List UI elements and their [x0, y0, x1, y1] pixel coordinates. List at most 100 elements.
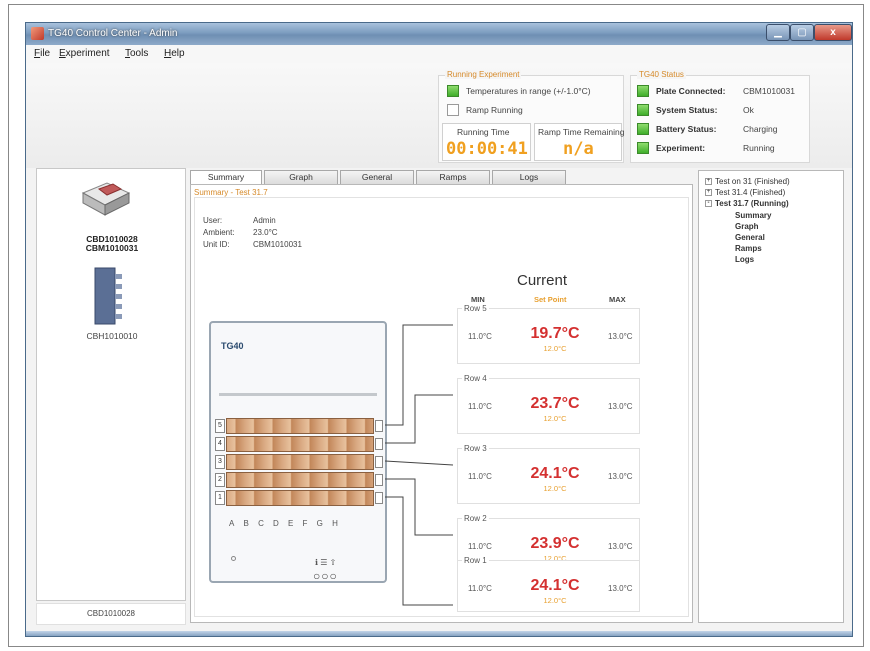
row-setpoint: 12.0°C	[543, 484, 567, 493]
row-connector	[375, 474, 383, 486]
status-group: TG40 Status Plate Connected: CBM1010031 …	[630, 70, 810, 163]
row-temperature: 23.9°C	[530, 535, 580, 552]
row-min: 11.0°C	[468, 402, 492, 411]
menu-tools[interactable]: Tools	[125, 48, 148, 59]
tree-item-graph[interactable]: Graph	[735, 222, 759, 231]
row-temperature: 24.1°C	[530, 465, 580, 482]
summary-panel: Summary - Test 31.7 User: Admin Ambient:…	[190, 184, 693, 623]
row-min: 11.0°C	[468, 542, 492, 551]
row-connector	[375, 492, 383, 504]
plate-diagram: TG40 5 4 3 2 1 ABCDEFGH ℹ ☰ ⇧ ○○○	[209, 321, 387, 583]
controller-device-icon[interactable]	[77, 179, 133, 219]
experiment-status-value: Running	[743, 143, 775, 153]
tab-graph[interactable]: Graph	[264, 170, 338, 184]
ambient-value: 23.0°C	[253, 228, 278, 237]
row-min: 11.0°C	[468, 472, 492, 481]
tree-item-label: Test on 31 (Finished)	[715, 177, 790, 186]
tab-logs[interactable]: Logs	[492, 170, 566, 184]
row-5-readout: Row 5 11.0°C 19.7°C 12.0°C 13.0°C	[457, 304, 640, 364]
tab-summary[interactable]: Summary	[190, 170, 262, 185]
row-min: 11.0°C	[468, 584, 492, 593]
row-setpoint: 12.0°C	[543, 414, 567, 423]
ramp-running-indicator	[447, 104, 459, 116]
menu-experiment[interactable]: Experiment	[59, 48, 110, 59]
plate-row-3[interactable]: 3	[215, 454, 383, 470]
summary-title: Summary - Test 31.7	[194, 188, 268, 197]
close-button[interactable]: x	[814, 24, 852, 41]
row-number: 3	[215, 455, 225, 469]
device-panel: CBD1010028 CBM1010031 CBH1010010	[36, 168, 186, 601]
plate-status-icons: ℹ ☰ ⇧	[315, 558, 337, 567]
row-number: 2	[215, 473, 225, 487]
column-letters: ABCDEFGH	[229, 519, 348, 528]
row-label: Row 2	[462, 514, 489, 523]
minimize-button[interactable]: ▁	[766, 24, 790, 41]
experiment-tree: + Test on 31 (Finished) + Test 31.4 (Finis…	[698, 170, 844, 623]
battery-status-indicator	[637, 123, 649, 135]
unit-id-value: CBM1010031	[253, 240, 302, 249]
tree-item-label: Test 31.7 (Running)	[715, 199, 789, 208]
experiment-status-label: Experiment:	[656, 143, 706, 153]
system-status-value: Ok	[743, 105, 754, 115]
tab-ramps[interactable]: Ramps	[416, 170, 490, 184]
running-time-label: Running Time	[457, 127, 510, 137]
row-max: 13.0°C	[608, 542, 633, 551]
plate-row-4[interactable]: 4	[215, 436, 383, 452]
summary-content: User: Admin Ambient: 23.0°C Unit ID: CBM…	[194, 197, 689, 617]
tree-item-general[interactable]: General	[735, 233, 765, 242]
app-icon	[31, 27, 44, 40]
row-wells	[226, 454, 374, 470]
plate-divider	[219, 393, 377, 396]
row-number: 1	[215, 491, 225, 505]
row-1-readout: Row 1 11.0°C 24.1°C 12.0°C 13.0°C	[457, 556, 640, 612]
plate-row-5[interactable]: 5	[215, 418, 383, 434]
row-number: 5	[215, 419, 225, 433]
plate-indicator-dot	[231, 556, 236, 561]
row-setpoint: 12.0°C	[543, 344, 567, 353]
expand-icon[interactable]: +	[705, 189, 712, 197]
expand-icon[interactable]: +	[705, 178, 712, 186]
device2-id: CBH1010010	[86, 331, 138, 341]
user-value: Admin	[253, 216, 276, 225]
menu-bar: File Experiment Tools Help	[26, 45, 852, 63]
tree-item-summary[interactable]: Summary	[735, 211, 771, 220]
top-band: Running Experiment Temperatures in range…	[26, 63, 852, 168]
row-temperature: 19.7°C	[530, 325, 580, 342]
battery-status-label: Battery Status:	[656, 124, 717, 134]
row-max: 13.0°C	[608, 332, 633, 341]
tab-general[interactable]: General	[340, 170, 414, 184]
plate-row-1[interactable]: 1	[215, 490, 383, 506]
plate-title: TG40	[221, 341, 244, 351]
rack-device-icon[interactable]	[89, 266, 125, 326]
setpoint-header: Set Point	[534, 295, 567, 304]
ramp-remaining-label: Ramp Time Remaining	[538, 127, 625, 137]
menu-file[interactable]: File	[34, 48, 50, 59]
plate-connected-label: Plate Connected:	[656, 86, 726, 96]
row-3-readout: Row 3 11.0°C 24.1°C 12.0°C 13.0°C	[457, 444, 640, 504]
row-max: 13.0°C	[608, 472, 633, 481]
row-4-readout: Row 4 11.0°C 23.7°C 12.0°C 13.0°C	[457, 374, 640, 434]
row-connector	[375, 456, 383, 468]
tree-item-test-31-7[interactable]: - Test 31.7 (Running)	[705, 199, 789, 208]
maximize-button[interactable]: ▢	[790, 24, 814, 41]
ramp-running-label: Ramp Running	[466, 105, 523, 115]
tree-item-test-31-4[interactable]: + Test 31.4 (Finished)	[705, 188, 785, 197]
title-bar[interactable]: TG40 Control Center - Admin ▁ ▢ x	[26, 23, 852, 45]
ramp-remaining-box: Ramp Time Remaining n/a	[534, 123, 625, 161]
plate-port-circles: ○○○	[313, 569, 338, 583]
tree-item-ramps[interactable]: Ramps	[735, 244, 762, 253]
tree-item-test-on-31[interactable]: + Test on 31 (Finished)	[705, 177, 790, 186]
menu-help[interactable]: Help	[164, 48, 185, 59]
battery-status-value: Charging	[743, 124, 778, 134]
running-experiment-title: Running Experiment	[445, 70, 522, 79]
plate-row-2[interactable]: 2	[215, 472, 383, 488]
temp-in-range-indicator	[447, 85, 459, 97]
plate-connected-value: CBM1010031	[743, 86, 795, 96]
window-title: TG40 Control Center - Admin	[48, 28, 178, 39]
tree-item-logs[interactable]: Logs	[735, 255, 754, 264]
current-heading: Current	[517, 272, 568, 289]
row-temperature: 23.7°C	[530, 395, 580, 412]
collapse-icon[interactable]: -	[705, 200, 712, 208]
user-label: User:	[203, 216, 223, 225]
row-connector	[375, 420, 383, 432]
